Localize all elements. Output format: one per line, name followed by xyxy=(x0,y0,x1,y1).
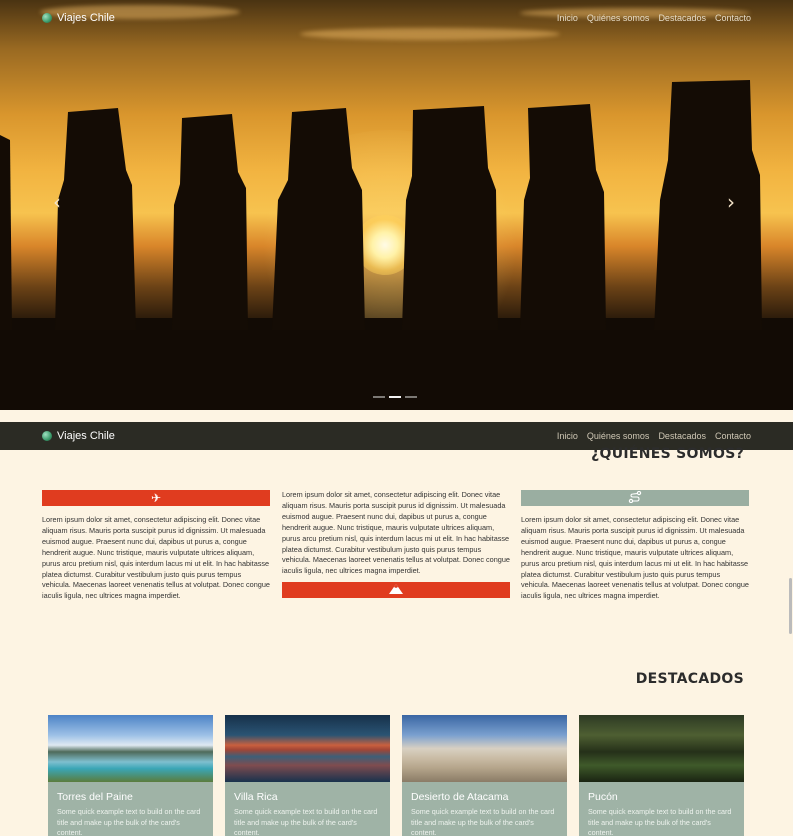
hero-carousel: ‹ › xyxy=(0,0,793,410)
nav-item-quienes-somos[interactable]: Quiénes somos xyxy=(587,431,650,441)
card-text: Some quick example text to build on the … xyxy=(57,807,201,836)
card-title: Pucón xyxy=(588,791,618,803)
nav-item-destacados[interactable]: Destacados xyxy=(658,431,706,441)
nav-item-contacto[interactable]: Contacto xyxy=(715,431,751,441)
route-icon-bar xyxy=(521,490,749,506)
carousel-indicators xyxy=(373,396,417,398)
mountain-icon-bar xyxy=(282,582,510,599)
nav-item-quienes-somos[interactable]: Quiénes somos xyxy=(587,13,650,23)
about-column-2: Lorem ipsum dolor sit amet, consectetur … xyxy=(282,490,510,599)
quienes-somos-title: ¿QUIÉNES SOMOS? xyxy=(591,446,744,462)
carousel-indicator-3[interactable] xyxy=(405,396,417,398)
card-title: Desierto de Atacama xyxy=(411,791,509,803)
globe-icon xyxy=(42,431,52,441)
destacados-title: DESTACADOS xyxy=(635,671,744,687)
carousel-indicator-2[interactable] xyxy=(389,396,401,398)
nav-item-contacto[interactable]: Contacto xyxy=(715,13,751,23)
scrollbar-thumb[interactable] xyxy=(789,578,792,634)
nav-item-inicio[interactable]: Inicio xyxy=(557,431,578,441)
airplane-icon: ✈ xyxy=(150,491,162,505)
about-text-3: Lorem ipsum dolor sit amet, consectetur … xyxy=(521,515,749,601)
destination-card[interactable]: Torres del Paine Some quick example text… xyxy=(48,715,213,836)
brand-name: Viajes Chile xyxy=(57,430,115,442)
destination-card[interactable]: Villa Rica Some quick example text to bu… xyxy=(225,715,390,836)
card-text: Some quick example text to build on the … xyxy=(588,807,732,836)
airplane-icon-bar: ✈ xyxy=(42,490,270,506)
card-image xyxy=(225,715,390,782)
nav-menu: Inicio Quiénes somos Destacados Contacto xyxy=(557,13,751,23)
card-text: Some quick example text to build on the … xyxy=(234,807,378,836)
brand[interactable]: Viajes Chile xyxy=(42,430,115,442)
carousel-prev-button[interactable]: ‹ xyxy=(53,190,61,214)
card-title: Torres del Paine xyxy=(57,791,133,803)
brand-name: Viajes Chile xyxy=(57,12,115,24)
card-image xyxy=(48,715,213,782)
carousel-next-button[interactable]: › xyxy=(727,190,735,214)
route-icon xyxy=(628,490,642,506)
destination-card[interactable]: Desierto de Atacama Some quick example t… xyxy=(402,715,567,836)
card-title: Villa Rica xyxy=(234,791,278,803)
destination-card[interactable]: Pucón Some quick example text to build o… xyxy=(579,715,744,836)
card-text: Some quick example text to build on the … xyxy=(411,807,555,836)
about-column-3: Lorem ipsum dolor sit amet, consectetur … xyxy=(521,490,749,602)
top-navbar: Viajes Chile Inicio Quiénes somos Destac… xyxy=(0,3,793,33)
card-image xyxy=(402,715,567,782)
mountain-icon xyxy=(389,583,403,597)
card-image xyxy=(579,715,744,782)
carousel-indicator-1[interactable] xyxy=(373,396,385,398)
nav-item-destacados[interactable]: Destacados xyxy=(658,13,706,23)
about-column-1: ✈ Lorem ipsum dolor sit amet, consectetu… xyxy=(42,490,270,602)
globe-icon xyxy=(42,13,52,23)
nav-menu: Inicio Quiénes somos Destacados Contacto xyxy=(557,431,751,441)
brand[interactable]: Viajes Chile xyxy=(42,12,115,24)
nav-item-inicio[interactable]: Inicio xyxy=(557,13,578,23)
about-text-2: Lorem ipsum dolor sit amet, consectetur … xyxy=(282,490,510,576)
moai-silhouettes xyxy=(0,80,762,330)
about-text-1: Lorem ipsum dolor sit amet, consectetur … xyxy=(42,515,270,601)
